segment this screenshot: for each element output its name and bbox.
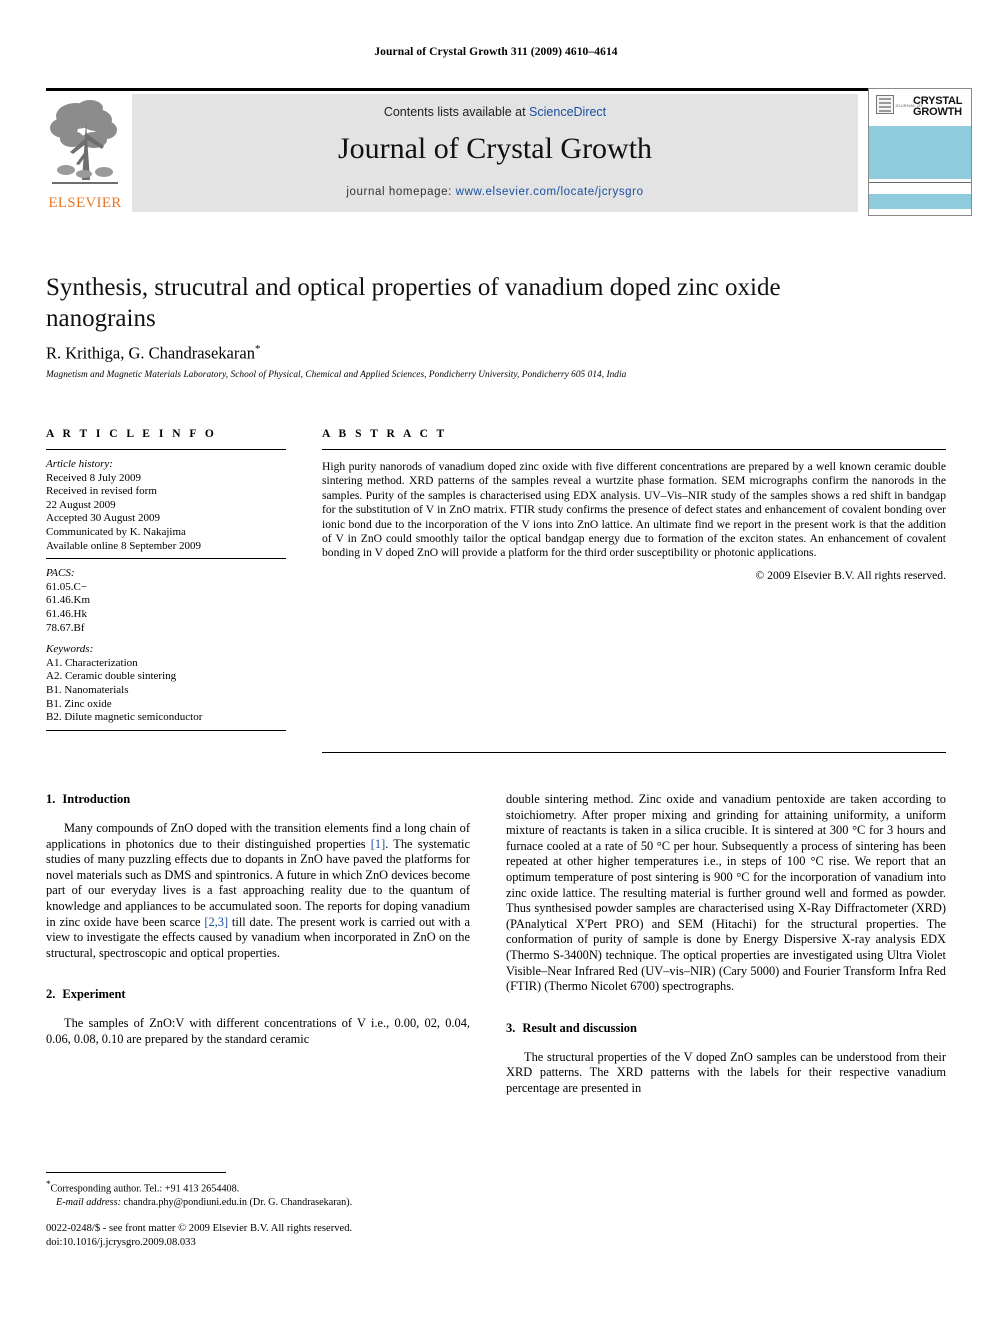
doi-line[interactable]: doi:10.1016/j.jcrysgro.2009.08.033 [46,1236,506,1250]
cover-blue-panel-bottom [869,194,971,209]
sciencedirect-banner: Contents lists available at ScienceDirec… [132,94,858,212]
citation-link-1[interactable]: [1] [371,837,385,851]
abstract-text: High purity nanorods of vanadium doped z… [322,460,946,560]
cover-white-band [869,182,971,194]
result-number: 3. [506,1020,516,1035]
pacs-item: 61.05.C− [46,580,88,593]
footnote-block: *Corresponding author. Tel.: +91 413 265… [46,1178,476,1209]
keywords-block: Keywords: A1. Characterization A2. Ceram… [46,635,286,725]
journal-homepage-line: journal homepage: www.elsevier.com/locat… [132,186,858,198]
article-history-label: Article history: [46,458,113,470]
corresponding-author-text: Corresponding author. Tel.: +91 413 2654… [50,1183,240,1195]
experiment-paragraph-left: The samples of ZnO:V with different conc… [46,1016,470,1046]
citation-link-2-3[interactable]: [2,3] [204,915,228,929]
history-item: Received 8 July 2009 [46,471,142,484]
journal-cover-thumbnail[interactable]: JOURNAL OF CRYSTAL GROWTH [868,88,972,216]
pacs-item: 61.46.Hk [46,607,87,620]
section-heading-result: 3. Result and discussion [506,1021,946,1036]
abstract-copyright: © 2009 Elsevier B.V. All rights reserved… [755,568,946,582]
affiliation: Magnetism and Magnetic Materials Laborat… [46,370,627,380]
corresponding-author-marker: * [254,343,261,355]
section-heading-introduction: 1. Introduction [46,792,470,807]
sciencedirect-link[interactable]: ScienceDirect [529,105,606,119]
result-title: Result and discussion [522,1020,637,1035]
keywords-bottom-rule [46,729,286,731]
keyword-item: B2. Dilute magnetic semiconductor [46,711,203,724]
footer-block: 0022-0248/$ - see front matter © 2009 El… [46,1222,506,1249]
email-note: E-mail address: chandra.phy@pondiuni.edu… [46,1196,476,1210]
article-info-heading: A R T I C L E I N F O [46,428,217,440]
result-paragraph: The structural properties of the V doped… [506,1049,946,1095]
pacs-item: 61.46.Km [46,594,90,607]
issn-copyright-line: 0022-0248/$ - see front matter © 2009 El… [46,1223,353,1234]
body-column-left: 1. Introduction Many compounds of ZnO dop… [46,792,470,1060]
keyword-item: B1. Nanomaterials [46,683,129,696]
abstract-column: A B S T R A C T High purity nanorods of … [322,428,946,582]
email-address[interactable]: chandra.phy@pondiuni.edu.in (Dr. G. Chan… [124,1197,353,1208]
journal-title: Journal of Crystal Growth [337,132,653,165]
homepage-url-link[interactable]: www.elsevier.com/locate/jcrysgro [456,186,644,198]
corresponding-author-note: *Corresponding author. Tel.: +91 413 265… [46,1178,476,1196]
history-item: Accepted 30 August 2009 [46,512,160,525]
homepage-prefix: journal homepage: [346,186,456,198]
pacs-label: PACS: [46,567,75,580]
author-names: R. Krithiga, G. Chandrasekaran [46,343,255,363]
keyword-item: A2. Ceramic double sintering [46,670,177,683]
author-list: R. Krithiga, G. Chandrasekaran* [46,343,846,364]
masthead-top-rule [46,88,946,91]
cover-mini-image-icon [876,95,894,114]
article-info-column: A R T I C L E I N F O Article history: R… [46,428,286,731]
keywords-label: Keywords: [46,643,94,656]
experiment-paragraph-right: double sintering method. Zinc oxide and … [506,792,946,994]
article-title: Synthesis, strucutral and optical proper… [46,274,781,332]
experiment-title: Experiment [62,987,126,1002]
article-history-block: Article history: Received 8 July 2009 Re… [46,450,286,553]
elsevier-tree-icon [50,100,118,184]
intro-title: Introduction [62,792,131,806]
footnote-rule [46,1172,226,1173]
history-item: Received in revised form [46,485,157,498]
abstract-heading: A B S T R A C T [322,428,448,440]
email-label: E-mail address: [56,1196,121,1208]
experiment-number: 2. [46,987,56,1002]
pacs-block: PACS: 61.05.C− 61.46.Km 61.46.Hk 78.67.B… [46,559,286,635]
cover-title: CRYSTAL GROWTH [913,96,969,118]
elsevier-wordmark: ELSEVIER [48,195,122,211]
contents-lists-line: Contents lists available at ScienceDirec… [132,105,858,119]
history-item: Communicated by K. Nakajima [46,525,186,538]
history-item: Available online 8 September 2009 [46,539,201,552]
contents-prefix: Contents lists available at [383,105,530,119]
pacs-item: 78.67.Bf [46,621,85,634]
keyword-item: B1. Zinc oxide [46,697,112,710]
elsevier-logo: ELSEVIER [46,94,124,212]
history-item: 22 August 2009 [46,498,116,511]
cover-title-line2: GROWTH [913,106,962,118]
running-head: Journal of Crystal Growth 311 (2009) 461… [374,46,618,58]
journal-masthead: ELSEVIER Contents lists available at Sci… [46,88,972,216]
cover-blue-panel-top [869,126,971,179]
section-heading-experiment: 2. Experiment [46,987,470,1002]
abstract-bottom-rule [322,752,946,753]
intro-paragraph: Many compounds of ZnO doped with the tra… [46,821,470,961]
intro-number: 1. [46,792,56,806]
paper-page: Journal of Crystal Growth 311 (2009) 461… [0,0,992,1323]
keyword-item: A1. Characterization [46,656,138,669]
body-column-right: double sintering method. Zinc oxide and … [506,792,946,1109]
